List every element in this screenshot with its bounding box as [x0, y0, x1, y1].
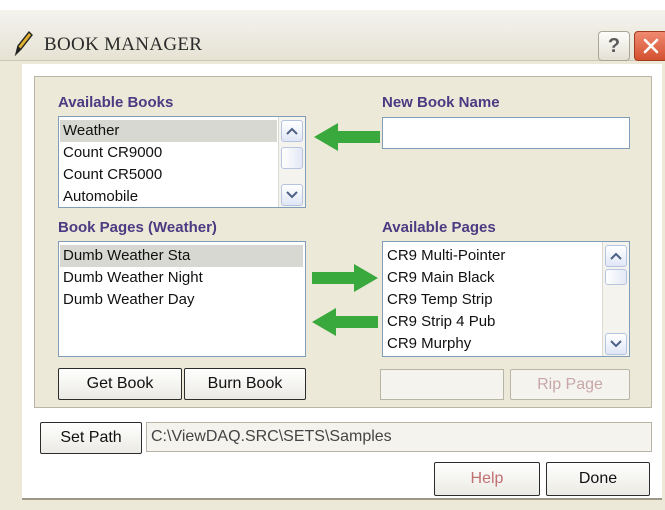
- arrow-right-icon: [312, 264, 378, 292]
- book-pages-label: Book Pages (Weather): [58, 219, 217, 236]
- window-bottom-edge: [22, 498, 662, 500]
- scroll-down-button[interactable]: [605, 333, 627, 355]
- list-item[interactable]: Count CR9000: [63, 142, 162, 164]
- list-item[interactable]: Count CR5000: [63, 164, 162, 186]
- scroll-down-icon: [610, 340, 622, 348]
- list-item[interactable]: Dumb Weather Day: [63, 289, 194, 311]
- available-books-label: Available Books: [58, 94, 174, 111]
- scroll-down-button[interactable]: [281, 184, 303, 206]
- arrow-left-icon: [314, 123, 380, 151]
- book-pages-list[interactable]: Dumb Weather Sta Dumb Weather Night Dumb…: [58, 241, 306, 357]
- scroll-thumb[interactable]: [281, 147, 303, 169]
- available-pages-list[interactable]: CR9 Multi-Pointer CR9 Main Black CR9 Tem…: [382, 241, 630, 357]
- list-item[interactable]: CR9 Multi-Pointer: [387, 245, 505, 267]
- help-title-button[interactable]: ?: [598, 31, 630, 61]
- list-item[interactable]: CR9 Strip 4 Pub: [387, 311, 495, 333]
- get-book-button[interactable]: Get Book: [58, 368, 182, 400]
- set-path-button[interactable]: Set Path: [40, 422, 142, 454]
- rip-page-input[interactable]: [380, 369, 504, 400]
- help-button[interactable]: Help: [434, 462, 540, 496]
- scroll-up-button[interactable]: [281, 120, 303, 142]
- available-pages-label: Available Pages: [382, 219, 496, 236]
- list-item[interactable]: CR9 Main Black: [387, 267, 495, 289]
- list-item[interactable]: Dumb Weather Sta: [60, 245, 303, 267]
- list-item[interactable]: Weather: [60, 120, 277, 142]
- new-book-name-label: New Book Name: [382, 94, 500, 111]
- list-item[interactable]: Automobile: [63, 186, 138, 207]
- available-books-list[interactable]: Weather Count CR9000 Count CR5000 Automo…: [58, 116, 306, 208]
- scroll-up-button[interactable]: [605, 245, 627, 267]
- scroll-down-icon: [286, 191, 298, 199]
- list-item[interactable]: Dumb Weather Night: [63, 267, 203, 289]
- list-item[interactable]: CR9 Murphy: [387, 333, 471, 355]
- scroll-thumb[interactable]: [605, 269, 627, 285]
- title-bar: BOOK MANAGER ?: [0, 10, 665, 61]
- pencil-icon: [14, 30, 33, 56]
- help-icon: ?: [607, 34, 621, 57]
- path-field: C:\ViewDAQ.SRC\SETS\Samples: [146, 422, 652, 452]
- done-button[interactable]: Done: [546, 462, 650, 496]
- window-title: BOOK MANAGER: [44, 34, 203, 55]
- close-icon: [643, 38, 659, 54]
- books-scrollbar[interactable]: [278, 117, 305, 207]
- scroll-up-icon: [286, 127, 298, 135]
- list-item[interactable]: CR9 Temp Strip: [387, 289, 493, 311]
- close-button[interactable]: [634, 31, 665, 61]
- arrow-left-icon: [312, 308, 378, 336]
- rip-page-button[interactable]: Rip Page: [510, 369, 630, 400]
- scroll-up-icon: [610, 252, 622, 260]
- new-book-name-input[interactable]: [382, 117, 630, 149]
- burn-book-button[interactable]: Burn Book: [184, 368, 306, 400]
- pages-scrollbar[interactable]: [602, 242, 629, 356]
